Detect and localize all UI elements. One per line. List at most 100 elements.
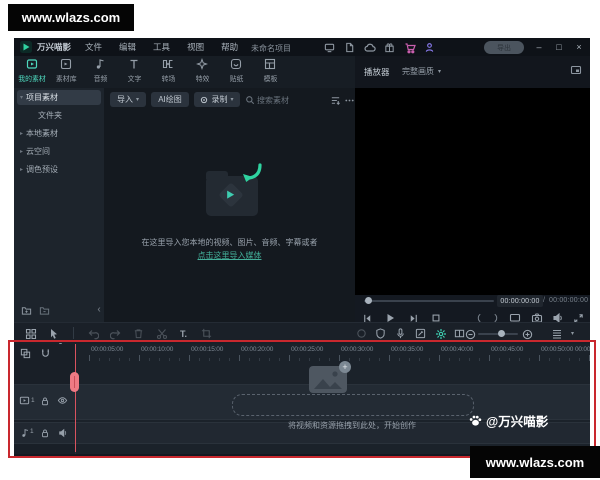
track-height-icon[interactable] (550, 327, 563, 340)
preview-video-area[interactable] (355, 88, 590, 295)
import-media-link[interactable]: 点击这里导入媒体 (104, 250, 355, 261)
manage-tracks-icon[interactable] (19, 347, 32, 360)
user-account-icon[interactable] (423, 41, 436, 54)
effects-icon (196, 58, 208, 70)
delete-folder-icon[interactable] (39, 305, 50, 316)
ai-drawing-button[interactable]: AI绘图 (151, 92, 189, 107)
sidebar-item-label: 本地素材 (26, 128, 58, 139)
sidebar-item-local-media[interactable]: ▸ 本地素材 (17, 126, 101, 141)
timeline-ruler[interactable]: 00:00:00:00 00:00:05:00 00:00:10:00 00:0… (75, 344, 590, 361)
gift-icon[interactable] (383, 41, 396, 54)
cart-icon[interactable] (403, 41, 416, 54)
tab-audio[interactable]: 音频 (83, 58, 117, 86)
more-options-icon[interactable] (344, 95, 355, 106)
audio-icon (94, 58, 106, 70)
menu-tools[interactable]: 工具 (153, 41, 170, 53)
video-lock-icon[interactable] (38, 394, 51, 407)
ruler-label: 00:00:10:00 (141, 346, 173, 353)
tab-effects[interactable]: 特效 (185, 58, 219, 86)
document-icon[interactable] (343, 41, 356, 54)
sidebar-item-cloud-space[interactable]: ▸ 云空间 (17, 144, 101, 159)
zoom-in-icon[interactable] (521, 328, 534, 341)
seek-handle[interactable] (365, 297, 372, 304)
quality-dropdown[interactable]: 完整画质 ▾ (402, 66, 441, 77)
audio-lock-icon[interactable] (38, 426, 51, 439)
add-media-plus-badge[interactable]: + (339, 361, 351, 373)
credit-text: @万兴喵影 (486, 411, 548, 430)
tab-label: 转场 (161, 73, 175, 83)
ruler-label: 00:00:45:00 (491, 346, 523, 353)
preview-window-icon[interactable] (570, 64, 582, 76)
toolbar-divider (73, 327, 74, 339)
collapse-sidebar-button[interactable]: ‹ (94, 302, 104, 316)
maximize-button[interactable]: □ (552, 40, 566, 54)
crop-icon[interactable] (200, 327, 213, 340)
ruler-label: 00:00:35:00 (391, 346, 423, 353)
zoom-out-icon[interactable] (464, 328, 477, 341)
undo-icon[interactable] (86, 327, 99, 340)
menu-view[interactable]: 视图 (187, 41, 204, 53)
export-button[interactable]: 导出 (484, 41, 524, 54)
voiceover-mic-icon[interactable] (394, 327, 407, 340)
ruler-label: 00:00:20:00 (241, 346, 273, 353)
player-title: 播放器 (364, 66, 390, 78)
sort-filter-icon[interactable] (330, 95, 341, 106)
keyframe-icon[interactable] (355, 327, 368, 340)
new-folder-icon[interactable] (21, 305, 32, 316)
menu-edit[interactable]: 编辑 (119, 41, 136, 53)
audio-mute-icon[interactable] (56, 426, 69, 439)
cloud-icon[interactable] (363, 41, 376, 54)
timeline-watermark: @万兴喵影 (468, 411, 548, 430)
tab-my-media[interactable]: 我的素材 (15, 58, 49, 86)
tab-templates[interactable]: 模板 (253, 58, 287, 86)
video-track-number: 1 (31, 397, 35, 404)
split-scissors-icon[interactable] (155, 327, 168, 340)
video-visibility-eye-icon[interactable] (56, 394, 69, 407)
sidebar-item-color-presets[interactable]: ▸ 调色预设 (17, 162, 101, 177)
chevron-down-icon: ▾ (136, 96, 139, 103)
delete-icon[interactable] (132, 327, 145, 340)
display-mode-icon[interactable] (323, 41, 336, 54)
record-button[interactable]: 录制 ▾ (194, 92, 240, 107)
text-titles-icon (128, 58, 140, 70)
tab-text[interactable]: 文字 (117, 58, 151, 86)
ruler-label: 00:00:50:00 (541, 346, 573, 353)
batch-edit-icon[interactable] (414, 327, 427, 340)
tab-stickers[interactable]: 贴纸 (219, 58, 253, 86)
total-time: 00:00:00:00 (549, 297, 588, 304)
text-tool-icon[interactable]: T. (177, 327, 190, 340)
audio-track-number: 1 (30, 428, 34, 435)
top-watermark: www.wlazs.com (8, 4, 134, 31)
import-label: 导入 (117, 94, 133, 105)
ruler-label: 00:00:30:00 (341, 346, 373, 353)
plugin-effects-icon[interactable] (434, 327, 447, 340)
timeline-zoom-handle[interactable] (498, 330, 505, 337)
snap-magnet-icon[interactable] (39, 347, 52, 360)
bottom-watermark: www.wlazs.com (470, 446, 600, 478)
seek-bar[interactable] (364, 300, 494, 302)
sidebar-item-label: 调色预设 (26, 164, 58, 175)
ruler-label: 00:00:40:00 (441, 346, 473, 353)
redo-icon[interactable] (109, 327, 122, 340)
sidebar-item-label: 项目素材 (26, 92, 58, 103)
minimize-button[interactable]: – (532, 40, 546, 54)
chevron-down-icon: ▾ (17, 94, 26, 101)
tab-label: 我的素材 (18, 73, 46, 83)
import-button[interactable]: 导入 ▾ (110, 92, 146, 107)
sidebar-item-project-media[interactable]: ▾ 项目素材 (17, 90, 101, 105)
close-button[interactable]: × (572, 40, 586, 54)
tab-stock-media[interactable]: 素材库 (49, 58, 83, 86)
text-tool-label: T. (180, 329, 187, 339)
record-label: 录制 (211, 94, 227, 105)
tab-transitions[interactable]: 转场 (151, 58, 185, 86)
chevron-more-icon[interactable]: ▾ (566, 327, 579, 340)
tab-label: 素材库 (56, 73, 77, 83)
playhead-handle[interactable] (70, 372, 79, 392)
playhead-line[interactable] (75, 344, 76, 452)
search-input[interactable] (255, 92, 333, 109)
timeline-drop-zone[interactable] (232, 394, 474, 416)
sidebar-item-label: 云空间 (26, 146, 50, 157)
chroma-key-icon[interactable] (374, 327, 387, 340)
media-browser-icon[interactable] (24, 327, 37, 340)
menu-file[interactable]: 文件 (85, 41, 102, 53)
